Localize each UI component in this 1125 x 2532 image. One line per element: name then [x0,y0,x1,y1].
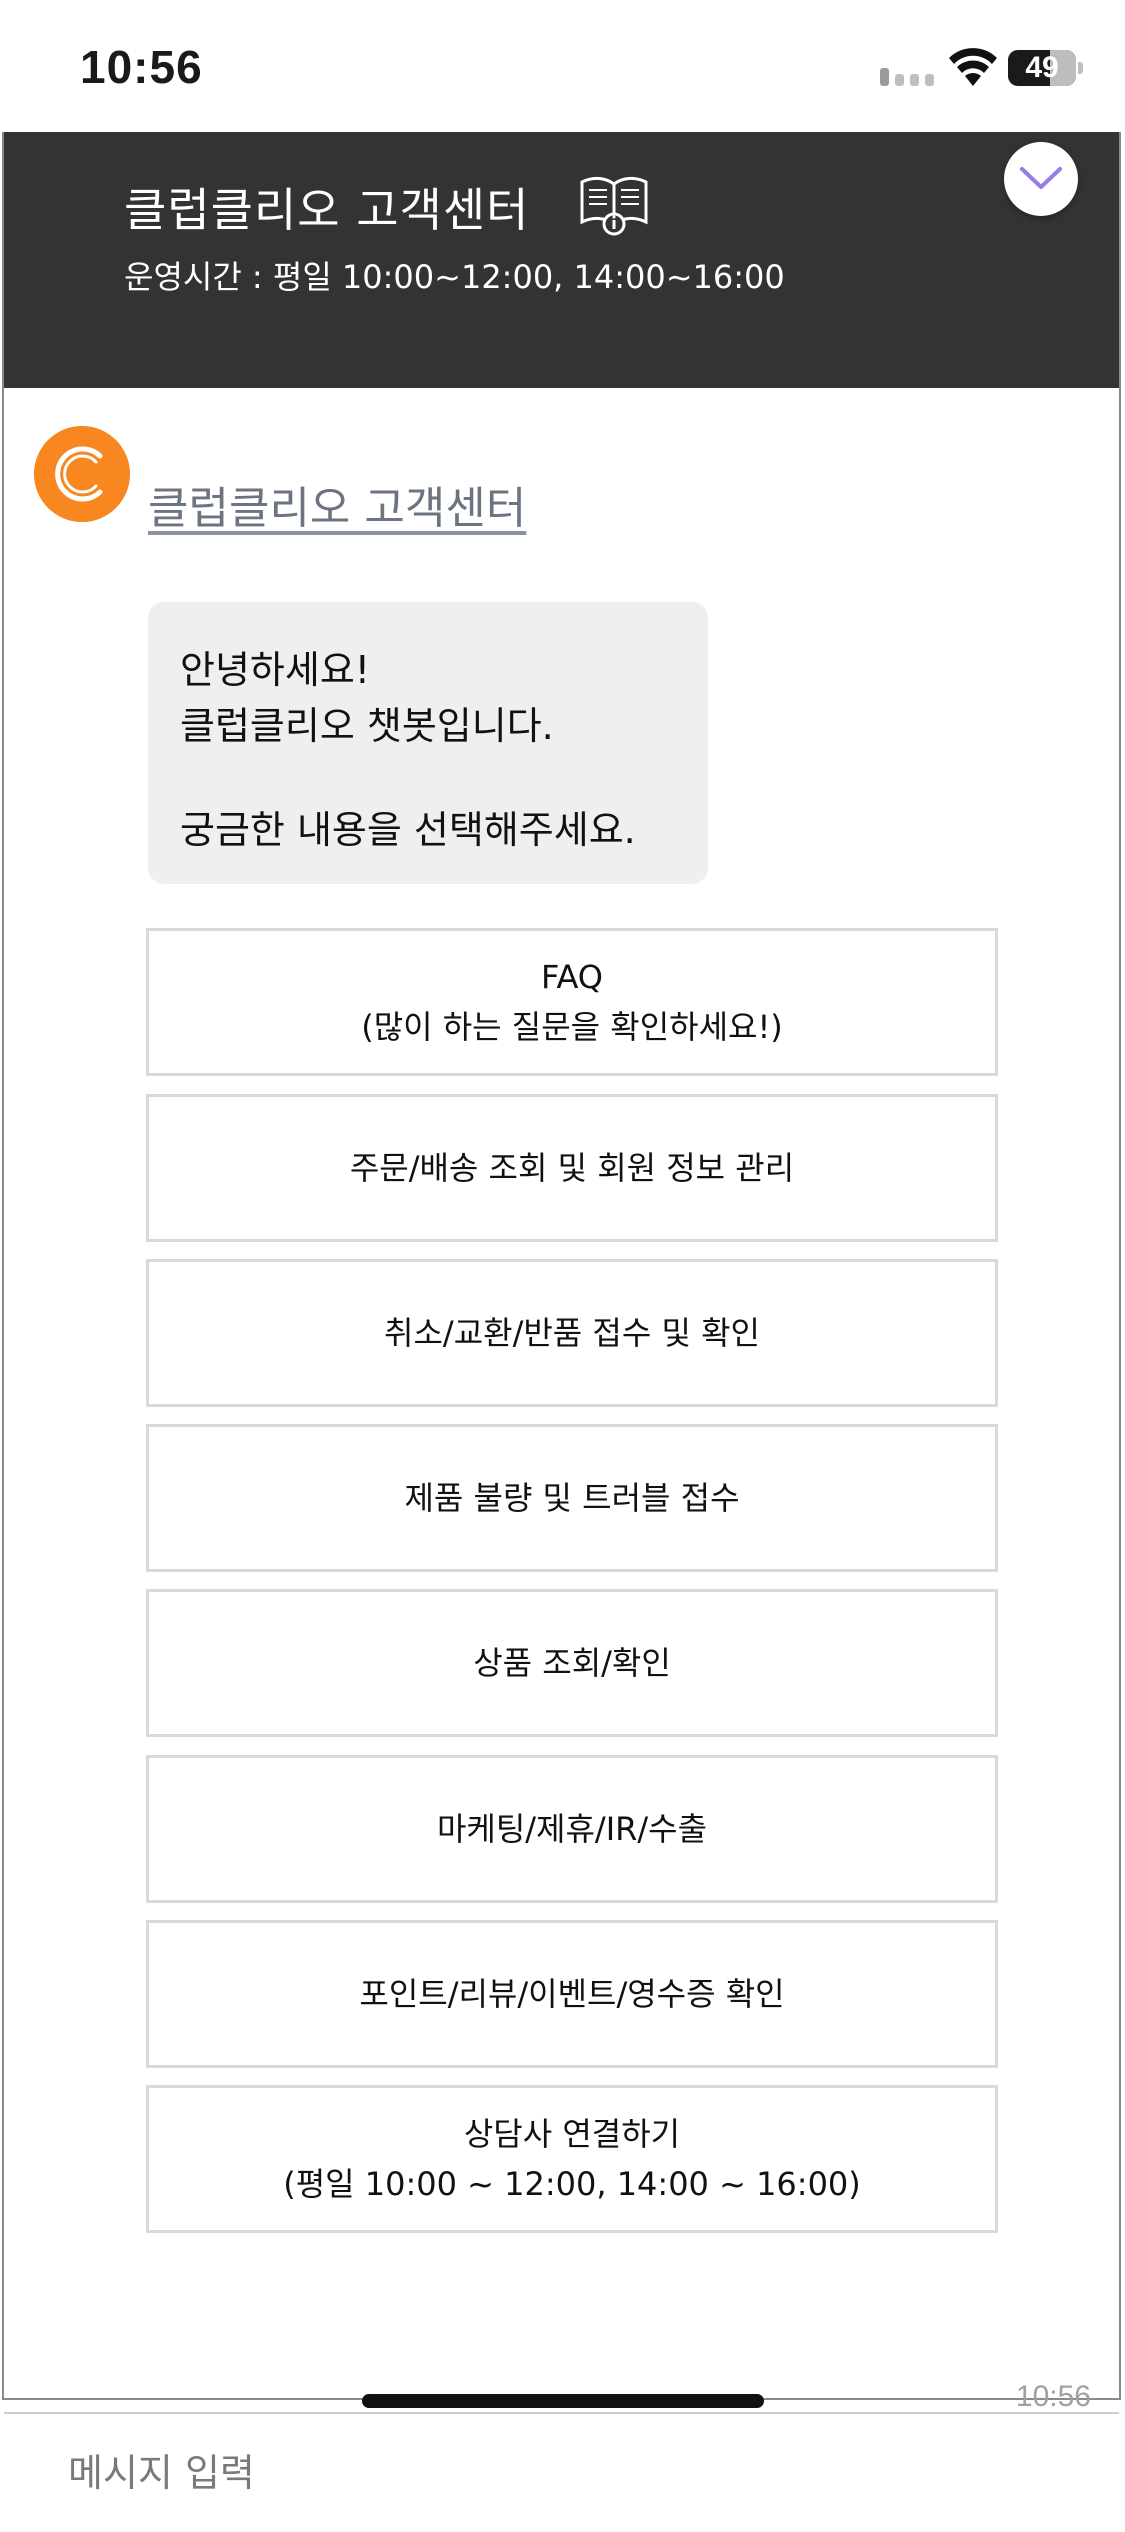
faq-button[interactable]: FAQ (많이 하는 질문을 확인하세요!) [146,928,998,1076]
menu-button-label: FAQ [541,958,603,996]
cellular-signal-icon [880,68,934,86]
menu-button-sublabel: (많이 하는 질문을 확인하세요!) [361,1008,783,1046]
book-info-icon[interactable] [578,172,650,236]
message-input[interactable] [66,2440,970,2506]
message-input-bar [4,2412,1119,2532]
chat-header: 클럽클리오 고객센터 운영시간 : 평일 10:00~12:00, 14:00~… [4,132,1119,388]
status-time: 10:56 [80,41,203,93]
home-indicator[interactable] [362,2394,764,2408]
battery-icon: 49 [1008,50,1076,86]
marketing-partnership-button[interactable]: 마케팅/제휴/IR/수출 [146,1755,998,1903]
menu-button-label: 주문/배송 조회 및 회원 정보 관리 [349,1149,795,1187]
message-timestamp: 10:56 [1015,2380,1091,2413]
points-review-event-button[interactable]: 포인트/리뷰/이벤트/영수증 확인 [146,1920,998,2068]
menu-button-label: 취소/교환/반품 접수 및 확인 [384,1314,760,1352]
battery-cap [1078,62,1083,74]
cancel-exchange-return-button[interactable]: 취소/교환/반품 접수 및 확인 [146,1259,998,1407]
status-bar: 10:56 49 [0,0,1125,132]
order-shipping-member-button[interactable]: 주문/배송 조회 및 회원 정보 관리 [146,1094,998,1242]
defect-trouble-button[interactable]: 제품 불량 및 트러블 접수 [146,1424,998,1572]
menu-button-label: 상담사 연결하기 [463,2115,681,2153]
greeting-message-bubble: 안녕하세요! 클럽클리오 챗봇입니다. 궁금한 내용을 선택해주세요. [148,602,708,884]
connect-agent-button[interactable]: 상담사 연결하기 (평일 10:00 ~ 12:00, 14:00 ~ 16:0… [146,2085,998,2233]
greeting-line: 안녕하세요! [180,648,371,692]
menu-button-label: 제품 불량 및 트러블 접수 [404,1479,740,1517]
menu-button-label: 상품 조회/확인 [473,1644,671,1682]
menu-button-sublabel: (평일 10:00 ~ 12:00, 14:00 ~ 16:00) [283,2165,861,2203]
header-title: 클럽클리오 고객센터 [124,183,530,237]
bot-avatar [34,426,130,522]
menu-button-label: 마케팅/제휴/IR/수출 [436,1810,708,1848]
chevron-down-icon [1020,167,1062,189]
battery-level: 49 [1025,51,1059,84]
product-inquiry-button[interactable]: 상품 조회/확인 [146,1589,998,1737]
greeting-line: 클럽클리오 챗봇입니다. [180,704,554,748]
bot-name-link[interactable]: 클럽클리오 고객센터 [148,472,526,536]
collapse-chat-button[interactable] [1004,142,1078,216]
chat-window: 클럽클리오 고객센터 운영시간 : 평일 10:00~12:00, 14:00~… [2,132,1121,2532]
greeting-line: 궁금한 내용을 선택해주세요. [180,808,636,852]
operating-hours: 운영시간 : 평일 10:00~12:00, 14:00~16:00 [124,258,785,296]
menu-button-label: 포인트/리뷰/이벤트/영수증 확인 [359,1975,785,2013]
wifi-icon [949,48,997,86]
clio-logo-icon [34,426,130,522]
